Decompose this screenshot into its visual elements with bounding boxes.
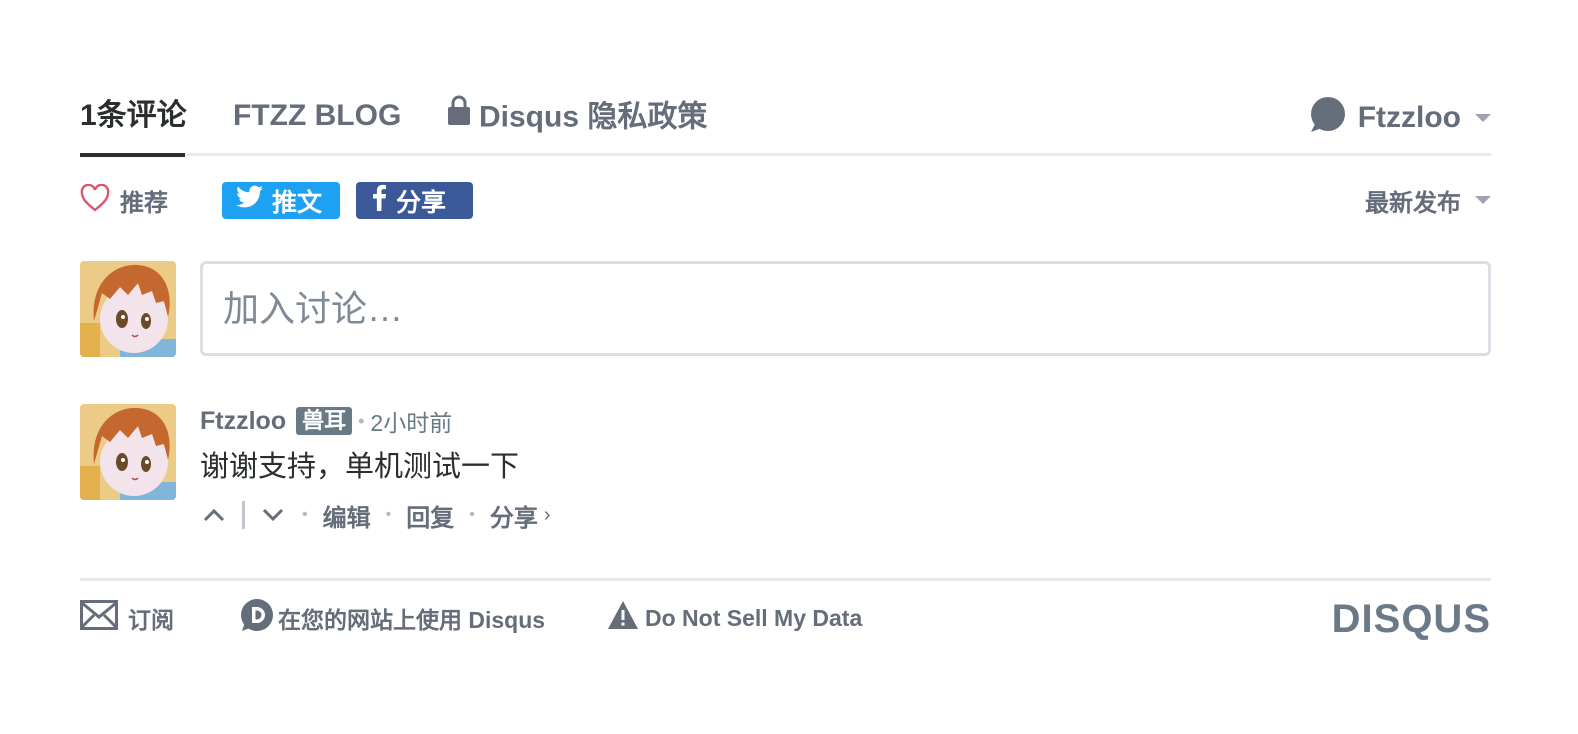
active-tab-underline <box>80 153 185 157</box>
subscribe-label: 订阅 <box>128 607 174 633</box>
separator-dot: • <box>385 506 392 523</box>
comment-author-avatar[interactable] <box>80 404 176 500</box>
add-disqus-label: 在您的网站上使用 Disqus <box>278 607 546 633</box>
tab-blog[interactable]: FTZZ BLOG <box>233 98 401 134</box>
comment-author[interactable]: Ftzzloo <box>200 407 286 436</box>
action-bar: 推荐 推文 分享 最新发布 <box>80 180 1491 222</box>
comment-body: 谢谢支持，单机测试一下 <box>200 451 520 483</box>
separator-dot: • <box>358 410 365 431</box>
subscribe-link[interactable]: 订阅 <box>80 599 174 637</box>
recommend-button[interactable]: 推荐 <box>80 180 168 220</box>
do-not-sell-link[interactable]: Do Not Sell My Data <box>607 599 862 637</box>
user-badge: 兽耳 <box>296 407 353 435</box>
upvote-button[interactable] <box>200 501 228 529</box>
separator-dot: • <box>469 506 475 523</box>
tab-privacy-label: Disqus 隐私政策 <box>479 100 708 134</box>
facebook-icon <box>370 183 388 218</box>
thread-nav: 1条评论 FTZZ BLOG Disqus 隐私政策 Ftzzloo <box>80 90 1491 157</box>
tweet-label: 推文 <box>272 188 323 217</box>
sort-label: 最新发布 <box>1365 189 1461 217</box>
chevron-right-icon: › <box>543 503 551 526</box>
vote-separator <box>242 501 245 529</box>
warning-icon <box>607 600 639 636</box>
envelope-icon <box>80 600 118 636</box>
avatar[interactable] <box>80 261 176 357</box>
facebook-share-button[interactable]: 分享 <box>356 182 473 219</box>
twitter-icon <box>236 185 264 216</box>
tab-comments[interactable]: 1条评论 <box>80 98 187 134</box>
comment-header: Ftzzloo 兽耳 • 2小时前 <box>200 404 452 438</box>
downvote-button[interactable] <box>259 501 287 529</box>
user-menu[interactable]: Ftzzloo <box>1308 96 1491 139</box>
comment-timestamp[interactable]: 2小时前 <box>370 404 452 438</box>
lock-icon <box>447 94 471 135</box>
disqus-logo[interactable]: DISQUS <box>1332 597 1491 642</box>
chevron-down-icon <box>262 508 284 522</box>
chat-bubble-icon <box>1308 96 1346 139</box>
do-not-sell-label: Do Not Sell My Data <box>645 604 863 631</box>
tweet-button[interactable]: 推文 <box>222 182 340 219</box>
disqus-d-icon <box>240 598 274 638</box>
edit-link[interactable]: 编辑 <box>323 498 371 533</box>
reply-link[interactable]: 回复 <box>406 498 454 533</box>
comment-actions: • 编辑 • 回复 • 分享 › <box>200 498 551 532</box>
tab-privacy[interactable]: Disqus 隐私政策 <box>447 95 708 139</box>
comment-share-link[interactable]: 分享 <box>490 498 538 533</box>
recommend-label: 推荐 <box>120 189 168 217</box>
chevron-down-icon <box>1475 113 1491 122</box>
facebook-share-label: 分享 <box>396 188 447 217</box>
heart-icon <box>80 183 110 217</box>
chevron-up-icon <box>203 508 225 522</box>
sort-dropdown[interactable]: 最新发布 <box>1365 180 1491 220</box>
separator-dot: • <box>302 506 308 523</box>
disqus-thread: 1条评论 FTZZ BLOG Disqus 隐私政策 Ftzzloo 推荐 推文… <box>80 0 1491 734</box>
comment-composer-input[interactable] <box>200 261 1491 356</box>
thread-footer: 订阅 在您的网站上使用 Disqus Do Not Sell My Data D… <box>80 578 1491 658</box>
user-name: Ftzzloo <box>1357 100 1461 134</box>
add-disqus-link[interactable]: 在您的网站上使用 Disqus <box>240 599 545 637</box>
chevron-down-icon <box>1475 196 1491 204</box>
